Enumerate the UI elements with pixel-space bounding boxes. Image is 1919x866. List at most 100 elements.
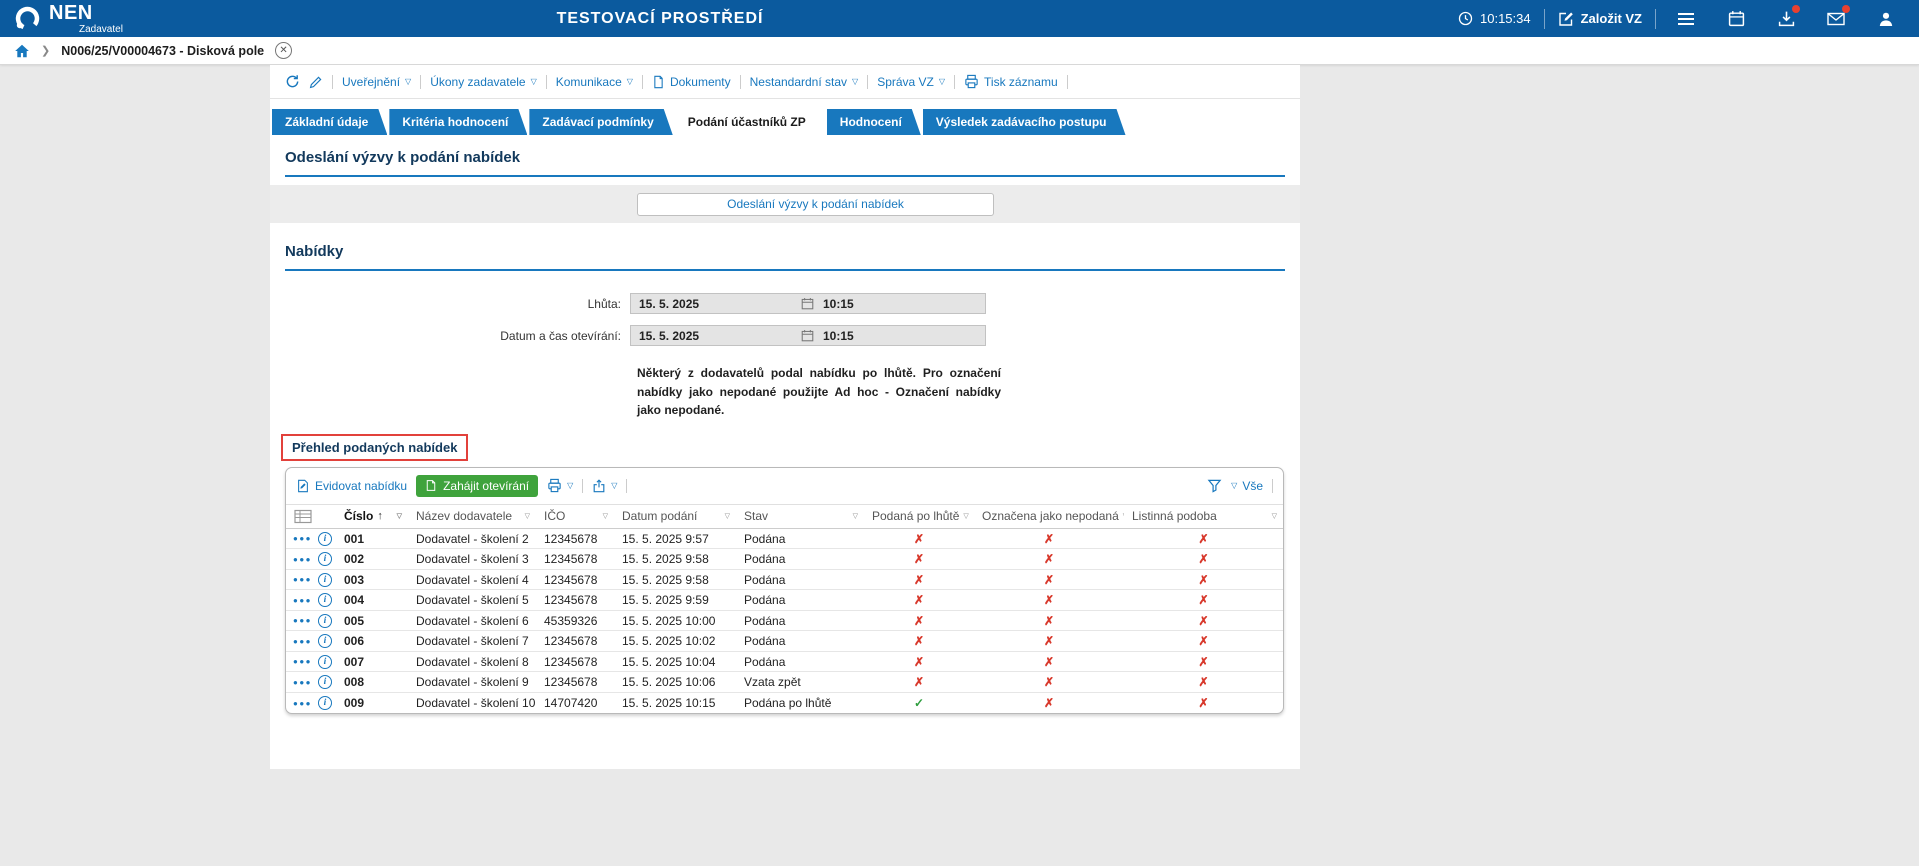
toolbar-item-uverejneni[interactable]: Uveřejnění ▽	[342, 75, 411, 89]
filter-caret-icon[interactable]: ▽	[959, 512, 968, 520]
unsubmitted-mark-icon	[1044, 614, 1054, 628]
toolbar-item-dokumenty[interactable]: Dokumenty	[652, 75, 731, 89]
row-menu-icon[interactable]: ●●●	[293, 678, 312, 687]
info-icon[interactable]: i	[318, 655, 332, 669]
cell-ico: 12345678	[536, 675, 614, 689]
filter-caret-icon[interactable]: ▽	[599, 512, 608, 520]
register-offer-button[interactable]: Evidovat nabídku	[296, 479, 407, 493]
opening-input[interactable]: 15. 5. 2025 10:15	[630, 325, 986, 346]
cell-paper-form	[1124, 593, 1283, 607]
cell-submission-date: 15. 5. 2025 10:06	[614, 675, 736, 689]
start-opening-label: Zahájit otevírání	[443, 479, 529, 493]
opening-label: Datum a čas otevírání:	[270, 329, 630, 343]
table-row[interactable]: ●●● i 004 Dodavatel - školení 5 12345678…	[286, 590, 1283, 611]
row-menu-icon[interactable]: ●●●	[293, 534, 312, 543]
filter-caret-icon[interactable]: ▽	[849, 512, 858, 520]
filter-icon[interactable]	[1207, 478, 1222, 493]
breadcrumb-item[interactable]: N006/25/V00004673 - Disková pole	[61, 44, 264, 58]
tab-zadavaci-podminky[interactable]: Zadávací podmínky	[529, 109, 672, 135]
history-icon[interactable]	[285, 74, 300, 89]
close-tab-icon[interactable]: ✕	[275, 42, 292, 59]
row-menu-icon[interactable]: ●●●	[293, 575, 312, 584]
toolbar-item-nestandardni-stav[interactable]: Nestandardní stav ▽	[750, 75, 859, 89]
table-row[interactable]: ●●● i 008 Dodavatel - školení 9 12345678…	[286, 672, 1283, 693]
messages-button[interactable]	[1819, 4, 1853, 34]
separator	[867, 75, 868, 89]
column-header-podana-po-lhute[interactable]: Podaná po lhůtě ▽	[864, 505, 974, 528]
cell-number: 005	[336, 614, 408, 628]
cell-ico: 12345678	[536, 634, 614, 648]
table-row[interactable]: ●●● i 003 Dodavatel - školení 4 12345678…	[286, 570, 1283, 591]
filter-all-dropdown[interactable]: ▽ Vše	[1231, 479, 1263, 493]
info-icon[interactable]: i	[318, 614, 332, 628]
row-menu-icon[interactable]: ●●●	[293, 555, 312, 564]
tab-kriteria-hodnoceni[interactable]: Kritéria hodnocení	[389, 109, 527, 135]
column-header-nazev-dodavatele[interactable]: Název dodavatele ▽	[408, 505, 536, 528]
column-header-listinna-podoba[interactable]: Listinná podoba ▽	[1124, 505, 1283, 528]
deadline-input[interactable]: 15. 5. 2025 10:15	[630, 293, 986, 314]
row-actions-cell: ●●● i	[286, 634, 336, 648]
calendar-icon[interactable]	[801, 329, 814, 342]
row-menu-icon[interactable]: ●●●	[293, 699, 312, 708]
menu-button[interactable]	[1669, 4, 1703, 34]
row-menu-icon[interactable]: ●●●	[293, 596, 312, 605]
pencil-icon[interactable]	[309, 75, 323, 89]
toolbar-item-ukony-zadavatele[interactable]: Úkony zadavatele ▽	[430, 75, 537, 89]
calendar-icon[interactable]	[801, 297, 814, 310]
downloads-button[interactable]	[1769, 4, 1803, 34]
tab-podani-ucastniku-zp[interactable]: Podání účastníků ZP	[675, 109, 825, 135]
column-chooser-button[interactable]	[286, 505, 336, 528]
toolbar-item-komunikace[interactable]: Komunikace ▽	[556, 75, 633, 89]
row-menu-icon[interactable]: ●●●	[293, 657, 312, 666]
table-row[interactable]: ●●● i 006 Dodavatel - školení 7 12345678…	[286, 631, 1283, 652]
grid-body: ●●● i 001 Dodavatel - školení 2 12345678…	[286, 529, 1283, 714]
table-row[interactable]: ●●● i 007 Dodavatel - školení 8 12345678…	[286, 652, 1283, 673]
grid-print-button[interactable]: ▽	[547, 478, 573, 493]
info-icon[interactable]: i	[318, 532, 332, 546]
tab-zakladni-udaje[interactable]: Základní údaje	[272, 109, 387, 135]
info-icon[interactable]: i	[318, 552, 332, 566]
tab-vysledek-zadavaciho-postupu[interactable]: Výsledek zadávacího postupu	[923, 109, 1126, 135]
start-opening-button[interactable]: Zahájit otevírání	[416, 475, 538, 497]
filter-caret-icon[interactable]: ▽	[521, 512, 530, 520]
table-row[interactable]: ●●● i 001 Dodavatel - školení 2 12345678…	[286, 529, 1283, 550]
cell-late	[864, 696, 974, 710]
deadline-label: Lhůta:	[270, 297, 630, 311]
row-actions-cell: ●●● i	[286, 696, 336, 710]
create-vz-button[interactable]: Založit VZ	[1558, 11, 1642, 27]
info-icon[interactable]: i	[318, 573, 332, 587]
brand[interactable]: NEN Zadavatel	[14, 3, 123, 35]
info-icon[interactable]: i	[318, 696, 332, 710]
column-header-datum-podani[interactable]: Datum podání ▽	[614, 505, 736, 528]
tab-hodnoceni[interactable]: Hodnocení	[827, 109, 921, 135]
table-row[interactable]: ●●● i 002 Dodavatel - školení 3 12345678…	[286, 549, 1283, 570]
cell-paper-form	[1124, 532, 1283, 546]
cell-supplier-name: Dodavatel - školení 2	[408, 532, 536, 546]
cell-marked-unsubmitted	[974, 532, 1124, 546]
column-header-stav[interactable]: Stav ▽	[736, 505, 864, 528]
calendar-button[interactable]	[1719, 4, 1753, 34]
info-icon[interactable]: i	[318, 593, 332, 607]
send-invitation-button[interactable]: Odeslání výzvy k podání nabídek	[637, 193, 994, 216]
filter-caret-icon[interactable]: ▽	[393, 512, 402, 520]
info-icon[interactable]: i	[318, 675, 332, 689]
profile-button[interactable]	[1869, 4, 1903, 34]
toolbar-item-sprava-vz[interactable]: Správa VZ ▽	[877, 75, 945, 89]
column-header-ico[interactable]: IČO ▽	[536, 505, 614, 528]
toolbar-item-tisk-zaznamu[interactable]: Tisk záznamu	[964, 74, 1058, 89]
filter-caret-icon[interactable]: ▽	[721, 512, 730, 520]
column-header-cislo[interactable]: Číslo ↑ ▽	[336, 505, 408, 528]
info-icon[interactable]: i	[318, 634, 332, 648]
table-row[interactable]: ●●● i 009 Dodavatel - školení 10 1470742…	[286, 693, 1283, 714]
grid-toolbar: Evidovat nabídku Zahájit otevírání ▽ ▽ ▽	[286, 468, 1283, 504]
home-icon[interactable]	[14, 43, 30, 59]
filter-caret-icon[interactable]: ▽	[1268, 512, 1277, 520]
row-menu-icon[interactable]: ●●●	[293, 637, 312, 646]
column-header-oznacena-jako-nepodana[interactable]: Označena jako nepodaná ▽	[974, 505, 1124, 528]
grid-export-button[interactable]: ▽	[592, 479, 617, 493]
cell-submission-date: 15. 5. 2025 9:57	[614, 532, 736, 546]
row-menu-icon[interactable]: ●●●	[293, 616, 312, 625]
table-row[interactable]: ●●● i 005 Dodavatel - školení 6 45359326…	[286, 611, 1283, 632]
calendar-icon	[1728, 10, 1745, 27]
cell-ico: 12345678	[536, 552, 614, 566]
